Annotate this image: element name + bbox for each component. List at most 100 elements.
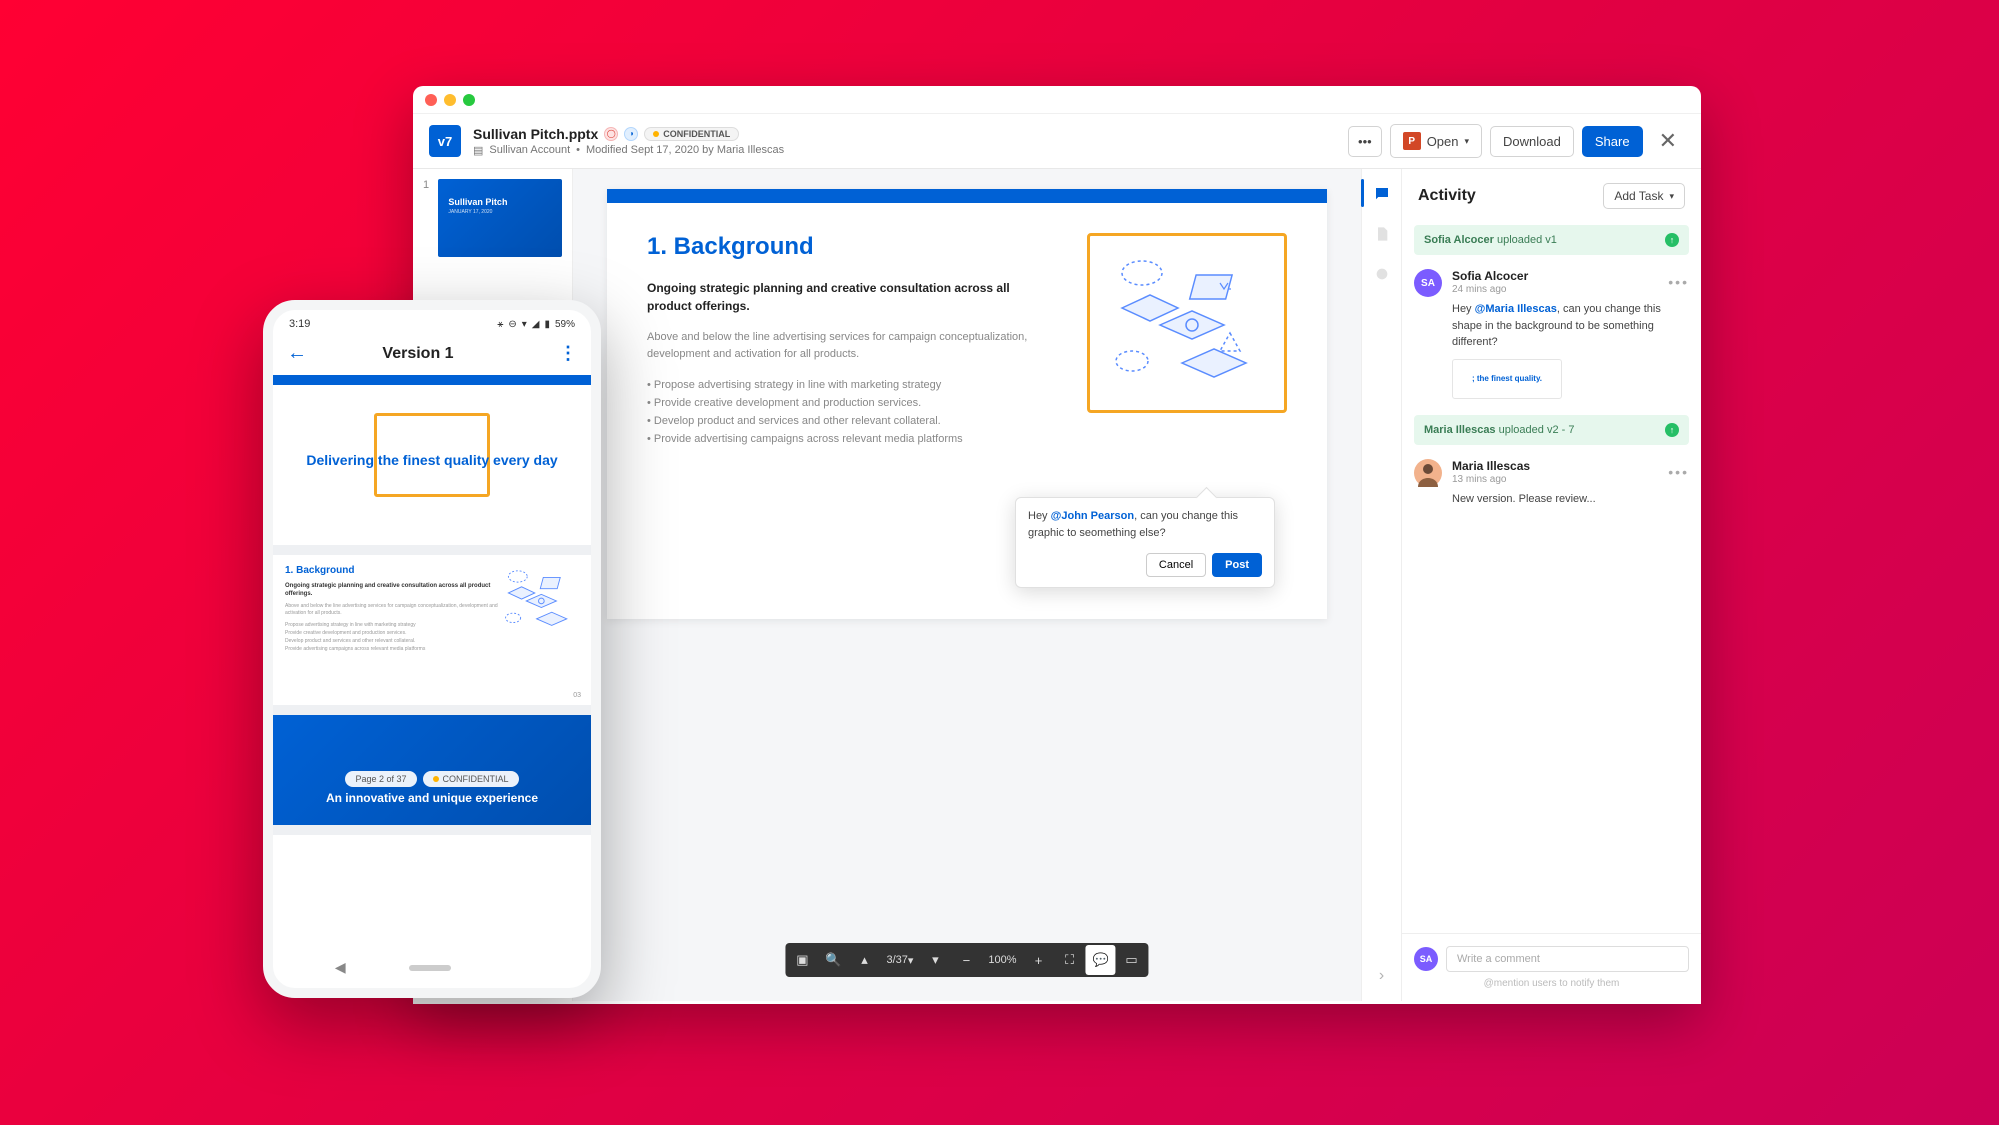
mobile-slide[interactable]: Page 2 of 37 CONFIDENTIAL An innovative … [273,715,591,835]
system-event[interactable]: Maria Illescas uploaded v2 - 7 ↑ [1414,415,1689,445]
folder-name[interactable]: Sullivan Account [489,144,570,156]
slide-thumbnail[interactable]: Sullivan Pitch JANUARY 17, 2020 [438,179,562,257]
mobile-content[interactable]: Delivering the finest quality every day … [273,375,591,963]
desktop-window: v7 Sullivan Pitch.pptx ◯ ◑ CONFIDENTIAL … [413,86,1701,1004]
confidential-badge: CONFIDENTIAL [423,771,519,787]
mobile-title: Version 1 [382,345,453,363]
file-info: Sullivan Pitch.pptx ◯ ◑ CONFIDENTIAL ▤ S… [473,126,1336,157]
slide-canvas: 1. Background Ongoing strategic planning… [607,189,1327,619]
comment-timestamp: 13 mins ago [1452,474,1530,485]
window-body: 1 Sullivan Pitch JANUARY 17, 2020 1. Bac… [413,169,1701,1001]
header-actions: ••• P Open ▾ Download Share ✕ [1348,124,1685,158]
bullet-item: Develop product and services and other r… [647,412,1057,430]
fullscreen-button[interactable]: ⛶ [1055,945,1085,975]
slide-text: Delivering the finest quality every day [306,452,557,468]
slide-lead: Ongoing strategic planning and creative … [647,279,1057,315]
slide-text-column: 1. Background Ongoing strategic planning… [647,233,1057,448]
mobile-device: 3:19 ⚹ ⊖ ▾ ◢ ▮ 59% ← Version 1 ⋮ Deliver… [263,300,601,998]
zoom-out-button[interactable]: − [951,945,981,975]
avatar[interactable]: SA [1414,269,1442,297]
status-icons: ⚹ ⊖ ▾ ◢ ▮ 59% [497,319,575,330]
page-indicator[interactable]: 3/37 ▾ [880,945,919,975]
slide-paragraph: Above and below the line advertising ser… [647,329,1057,362]
comment-draft-text[interactable]: Hey @John Pearson, can you change this g… [1028,508,1262,541]
shapes-graphic [1102,253,1272,393]
thumb-number: 1 [423,179,432,257]
modified-text: Modified Sept 17, 2020 by Maria Illescas [586,144,784,156]
comment-author: Maria Illescas [1452,459,1530,473]
activity-panel: Activity Add Task ▾ Sofia Alcocer upload… [1401,169,1701,1001]
more-button[interactable]: ••• [1348,126,1382,157]
titlebar [413,86,1701,114]
chevron-down-icon: ▾ [1669,191,1674,202]
activity-title: Activity [1418,187,1476,205]
open-button[interactable]: P Open ▾ [1390,124,1482,158]
thumbnail-row[interactable]: 1 Sullivan Pitch JANUARY 17, 2020 [423,179,562,257]
slide-graphic-column [1087,233,1287,448]
upload-icon: ↑ [1665,233,1679,247]
post-button[interactable]: Post [1212,553,1262,577]
kebab-menu-icon[interactable]: ⋮ [559,343,577,364]
upload-icon: ↑ [1665,423,1679,437]
zoom-in-button[interactable]: + [1024,945,1054,975]
bullet-item: Propose advertising strategy in line wit… [647,376,1057,394]
android-back-icon[interactable]: ◀ [335,959,346,976]
next-page-button[interactable]: ▾ [920,945,950,975]
toggle-thumbs-button[interactable]: ▣ [787,945,817,975]
folder-icon: ▤ [473,144,483,157]
avatar[interactable] [1414,459,1442,487]
comment-author: Sofia Alcocer [1452,269,1528,283]
back-button[interactable]: ← [287,342,307,365]
mention[interactable]: @Maria Illescas [1475,303,1557,315]
slide-lead: Ongoing strategic planning and creative … [285,582,499,599]
comment-popover: Hey @John Pearson, can you change this g… [1015,497,1275,588]
window-minimize-button[interactable] [444,94,456,106]
share-button[interactable]: Share [1582,126,1643,157]
activity-feed[interactable]: Sofia Alcocer uploaded v1 ↑ SA Sofia Alc… [1402,219,1701,933]
window-close-button[interactable] [425,94,437,106]
prev-page-button[interactable]: ▴ [849,945,879,975]
comment-text: New version. Please review... [1452,491,1689,508]
dot-icon [653,131,659,137]
file-title: Sullivan Pitch.pptx [473,126,598,142]
android-home-icon[interactable] [409,965,451,971]
mobile-slide[interactable]: Delivering the finest quality every day [273,375,591,555]
slide-bullets: Propose advertising strategy in line wit… [285,621,499,653]
window-maximize-button[interactable] [463,94,475,106]
system-event[interactable]: Sofia Alcocer uploaded v1 ↑ [1414,225,1689,255]
close-icon[interactable]: ✕ [1651,124,1685,158]
mobile-nav-bar: ◀ [273,953,591,982]
thumb-title: Sullivan Pitch [448,197,552,207]
comment-attachment[interactable]: ; the finest quality. [1452,359,1562,399]
bullet-item: Provide creative development and product… [647,394,1057,412]
annotation-highlight[interactable] [1087,233,1287,413]
comment-menu-icon[interactable]: ••• [1668,464,1689,480]
slide-heading: 1. Background [647,233,1057,261]
confidential-badge: CONFIDENTIAL [644,127,739,141]
status-bar: 3:19 ⚹ ⊖ ▾ ◢ ▮ 59% [273,310,591,334]
present-button[interactable]: ▭ [1117,945,1147,975]
annotation-mode-button[interactable]: 💬 [1086,945,1116,975]
search-button[interactable]: 🔍 [818,945,848,975]
wifi-icon: ▾ [522,319,527,330]
classification-icon: ◯ [604,127,618,141]
version-badge[interactable]: v7 [429,125,461,157]
add-task-button[interactable]: Add Task ▾ [1603,183,1685,209]
battery-icon: ▮ [544,319,550,330]
comments-tab-icon[interactable] [1371,183,1393,205]
collapse-sidebar-icon[interactable]: › [1371,965,1393,987]
file-meta: ▤ Sullivan Account • Modified Sept 17, 2… [473,144,1336,157]
activity-comment: SA Sofia Alcocer 24 mins ago ••• Hey @Ma… [1414,269,1689,399]
mention[interactable]: @John Pearson [1051,510,1134,522]
zoom-indicator[interactable]: 100% [982,945,1022,975]
details-tab-icon[interactable] [1371,223,1393,245]
metadata-tab-icon[interactable] [1371,263,1393,285]
mobile-slide[interactable]: 1. Background Ongoing strategic planning… [273,555,591,715]
chevron-down-icon: ▾ [1465,136,1470,147]
comment-text: Hey @Maria Illescas, can you change this… [1452,301,1689,351]
cancel-button[interactable]: Cancel [1146,553,1206,577]
slide-paragraph: Above and below the line advertising ser… [285,603,499,617]
download-button[interactable]: Download [1490,126,1574,157]
comment-menu-icon[interactable]: ••• [1668,274,1689,290]
comment-input[interactable]: Write a comment [1446,946,1689,972]
